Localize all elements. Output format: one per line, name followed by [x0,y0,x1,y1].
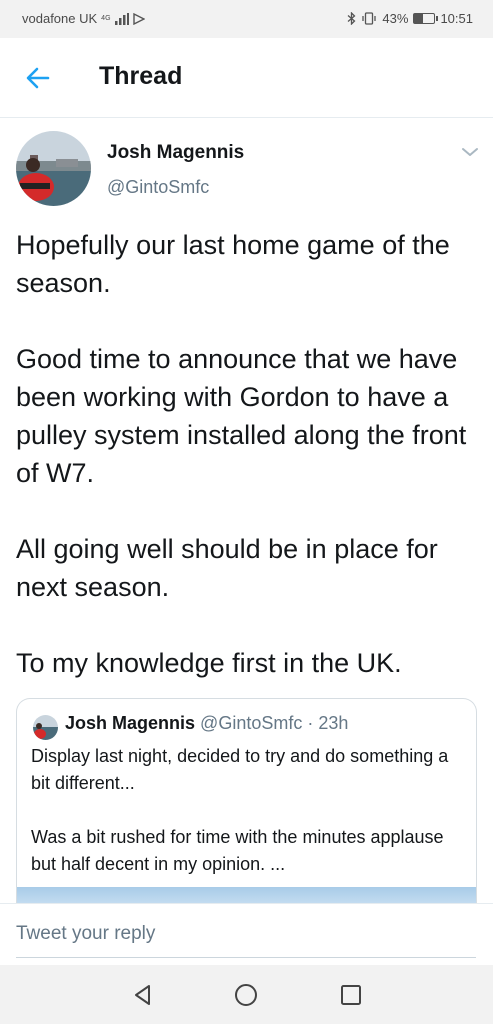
signal-icon [114,12,129,25]
battery-level [414,14,424,23]
quote-paragraph: Was a bit rushed for time with the minut… [31,827,444,874]
quote-media-preview[interactable] [17,887,476,903]
reply-input[interactable] [16,910,476,958]
author-name[interactable]: Josh Magennis [107,142,244,164]
quote-avatar-image [33,715,58,740]
reply-bar [0,903,493,965]
app-header: Thread [0,38,493,118]
author-handle[interactable]: @GintoSmfc [107,177,209,198]
chevron-down-icon[interactable] [460,145,480,159]
system-nav-bar [0,965,493,1024]
status-bar: vodafone UK 4G 43% 10:51 [0,0,493,38]
tweet-text: Hopefully our last home game of the seas… [16,226,486,682]
back-triangle-icon[interactable] [130,982,156,1008]
play-store-icon [132,12,145,25]
tweet-paragraph: Good time to announce that we have been … [16,344,467,488]
avatar-image [16,131,91,206]
quote-paragraph: Display last night, decided to try and d… [31,746,449,793]
carrier-label: vodafone UK [22,11,98,26]
tweet-paragraph: All going well should be in place for ne… [16,534,438,602]
vibrate-icon [362,12,377,25]
quote-meta: @GintoSmfc · 23h [200,713,349,733]
network-type: 4G [101,15,111,22]
arrow-left-icon[interactable] [22,62,54,94]
page-title: Thread [99,62,183,90]
recents-square-icon[interactable] [338,982,364,1008]
home-circle-icon[interactable] [233,982,259,1008]
tweet-paragraph: Hopefully our last home game of the seas… [16,230,450,298]
quoted-tweet[interactable]: Josh Magennis @GintoSmfc · 23h Display l… [16,698,477,903]
clock: 10:51 [440,11,473,26]
quote-avatar [33,715,58,740]
quote-text: Display last night, decided to try and d… [31,743,451,878]
bluetooth-icon [348,12,356,25]
quote-author-name: Josh Magennis [65,713,196,733]
avatar[interactable] [16,131,91,206]
status-right: 43% 10:51 [347,11,473,26]
battery-percent: 43% [382,11,409,26]
battery-icon [413,13,439,24]
status-left: vodafone UK 4G [22,11,145,26]
quote-header: Josh Magennis @GintoSmfc · 23h [65,713,348,734]
tweet-paragraph: To my knowledge first in the UK. [16,648,402,678]
